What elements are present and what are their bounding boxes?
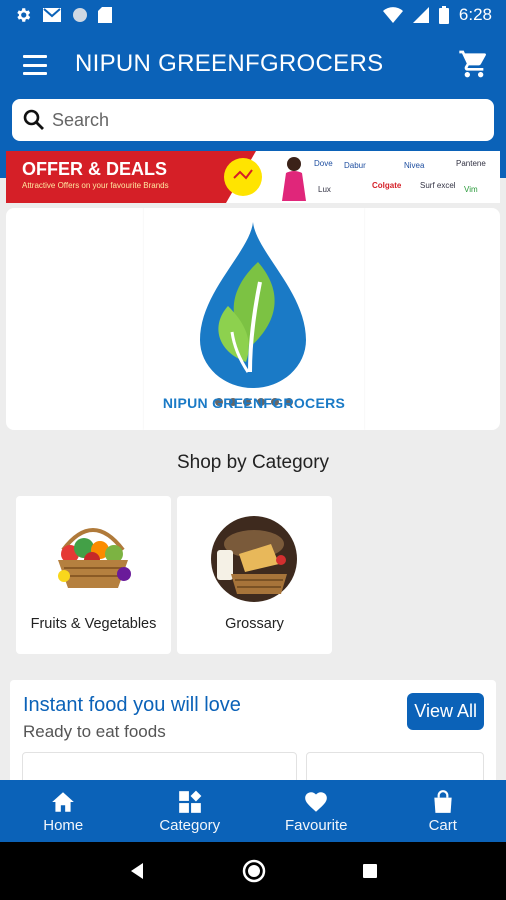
shop-by-category-title: Shop by Category [176,452,330,473]
app-title: NIPUN GREENFGROCERS [75,50,384,77]
fruit-basket-image [58,528,131,588]
model-figure-image [282,157,306,201]
brand-logo: Vim [464,185,478,194]
hero-carousel[interactable]: NIPUN GREENFGROCERS [6,208,500,430]
brand-logos: Dove Dabur Nivea Lux Colgate Pantene Sur… [268,155,498,201]
nav-category[interactable]: Category [127,780,254,842]
shopping-cart-icon[interactable] [458,48,490,80]
category-icon [178,790,202,813]
nipun-drop-leaf-logo-icon [200,222,306,388]
brand-logo: Surf excel [420,181,456,190]
home-circle-icon[interactable] [242,859,266,883]
circle-app-icon [73,8,87,22]
nav-cart[interactable]: Cart [380,780,506,842]
instant-food-title: Instant food you will love [23,694,241,716]
hamburger-menu-icon[interactable] [18,50,52,80]
hero-brand-text: NIPUN GREENFGROCERS [162,395,346,411]
offer-deals-banner[interactable]: OFFER & DEALS Attractive Offers on your … [6,151,500,203]
offer-title: OFFER & DEALS [22,159,168,179]
view-all-button[interactable]: View All [407,693,484,730]
sd-card-icon [98,7,112,23]
status-bar: 6:28 [0,0,506,30]
brand-logo: Dabur [344,161,366,170]
category-card-fruits[interactable]: Fruits & Vegetables [16,496,171,654]
wifi-icon [382,7,403,23]
bread-basket-image [211,516,297,602]
category-label: Grossary [225,616,284,632]
settings-gear-icon [17,8,31,22]
signal-icon [412,7,429,23]
brand-logo: Pantene [456,159,486,168]
bottom-navigation: Home Category Favourite Cart [0,780,506,842]
nav-home[interactable]: Home [0,780,127,842]
search-input[interactable] [52,109,452,131]
brand-logo: Nivea [404,161,425,170]
nav-favourite[interactable]: Favourite [253,780,380,842]
home-icon [52,791,75,812]
recents-icon[interactable] [361,862,379,880]
brand-logo: Colgate [372,181,402,190]
nav-label: Category [159,816,221,834]
category-card-grossary[interactable]: Grossary [177,496,332,654]
brand-logo: Lux [318,185,331,194]
instant-food-subtitle: Ready to eat foods [23,722,166,741]
category-label: Fruits & Vegetables [30,616,157,632]
back-icon[interactable] [127,861,147,881]
battery-icon [438,6,449,24]
brand-logo: Dove [314,159,333,168]
nav-label: Cart [428,816,457,834]
nav-label: Favourite [284,816,348,834]
search-icon [23,109,44,130]
offer-subtitle: Attractive Offers on your favourite Bran… [22,181,169,190]
nav-label: Home [43,816,84,834]
hero-slide: NIPUN GREENFGROCERS [144,208,364,430]
bag-icon [434,789,452,813]
heart-icon [305,791,328,812]
status-time: 6:28 [458,5,492,24]
search-bar[interactable] [12,99,494,141]
offer-badge-icon [224,158,262,196]
gmail-icon [43,8,61,22]
system-navigation-bar [0,842,506,900]
